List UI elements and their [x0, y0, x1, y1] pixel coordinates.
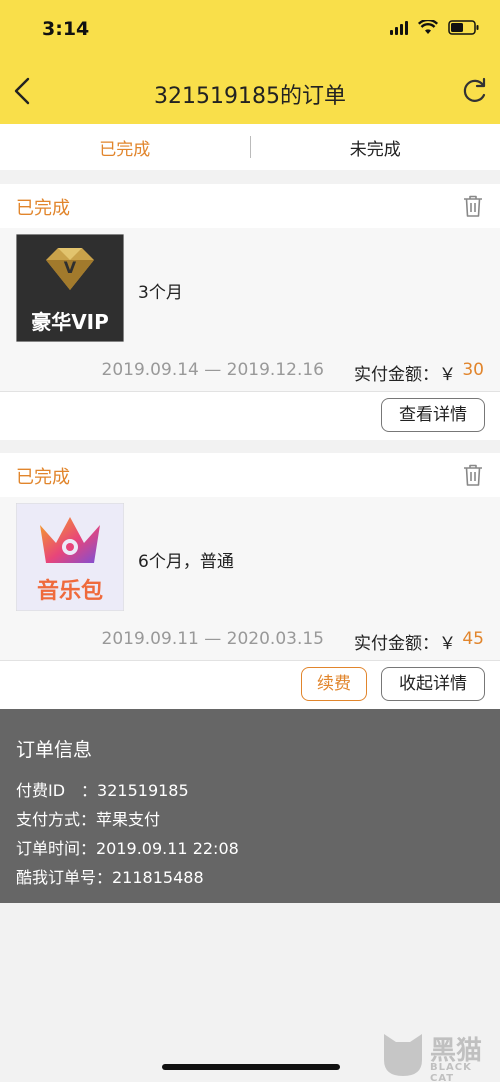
home-indicator	[162, 1064, 340, 1070]
order-status: 已完成	[16, 198, 70, 219]
top-bar: 3:14 321519185的订单	[0, 0, 500, 124]
wifi-icon	[418, 20, 438, 34]
status-time: 3:14	[42, 18, 90, 40]
payment-id: 付费ID ：321519185	[16, 781, 189, 800]
tab-completed[interactable]: 已完成	[0, 135, 250, 160]
order-dates: 2019.09.14 — 2019.12.16	[101, 360, 324, 380]
price-label: 实付金额：￥	[354, 634, 456, 654]
order-status: 已完成	[16, 467, 70, 488]
price-label: 实付金额：￥	[354, 365, 456, 385]
page-title: 321519185的订单	[154, 84, 346, 109]
payment-method: 支付方式：苹果支付	[16, 810, 161, 829]
product-name: 6个月，普通	[138, 552, 234, 572]
order-info-title: 订单信息	[16, 739, 93, 761]
order-number: 酷我订单号：211815488	[16, 868, 204, 887]
battery-icon	[448, 20, 479, 35]
tab-incomplete[interactable]: 未完成	[251, 135, 500, 160]
watermark-en: BLACK CAT	[430, 1062, 472, 1082]
order-card: 已完成 音乐包 6个月，普通 2019.09.11 — 2020.03.15 实…	[0, 453, 500, 709]
watermark: 黑猫 BLACK CAT	[380, 1030, 490, 1082]
music-pack-thumb-label: 音乐包	[36, 579, 103, 604]
price-value: 30	[462, 360, 484, 380]
product-row[interactable]: V 豪华VIP 3个月	[0, 228, 500, 350]
black-cat-logo-icon	[384, 1034, 422, 1076]
refresh-icon[interactable]	[460, 76, 488, 106]
order-info-panel: 订单信息 付费ID ：321519185 支付方式：苹果支付 订单时间：2019…	[0, 709, 500, 903]
trash-icon[interactable]	[462, 463, 484, 487]
order-tabs: 已完成 未完成	[0, 124, 500, 170]
vip-thumb-label: 豪华VIP	[31, 310, 109, 334]
collapse-details-button[interactable]: 收起详情	[381, 667, 485, 701]
svg-text:V: V	[64, 258, 77, 277]
order-time: 订单时间：2019.09.11 22:08	[16, 839, 239, 858]
view-details-button[interactable]: 查看详情	[381, 398, 485, 432]
renew-button[interactable]: 续费	[301, 667, 367, 701]
status-icons	[390, 20, 480, 35]
order-info-row: 2019.09.14 — 2019.12.16 实付金额：￥ 30	[0, 350, 500, 392]
signal-icon	[390, 20, 408, 35]
order-dates: 2019.09.11 — 2020.03.15	[101, 629, 324, 649]
product-name: 3个月	[138, 283, 183, 303]
order-info-row: 2019.09.11 — 2020.03.15 实付金额：￥ 45	[0, 619, 500, 661]
product-row[interactable]: 音乐包 6个月，普通	[0, 497, 500, 619]
order-card: 已完成 V 豪华VIP 3个月 2019.09.14 — 2019.12.16 …	[0, 184, 500, 440]
price-value: 45	[462, 629, 484, 649]
trash-icon[interactable]	[462, 194, 484, 218]
